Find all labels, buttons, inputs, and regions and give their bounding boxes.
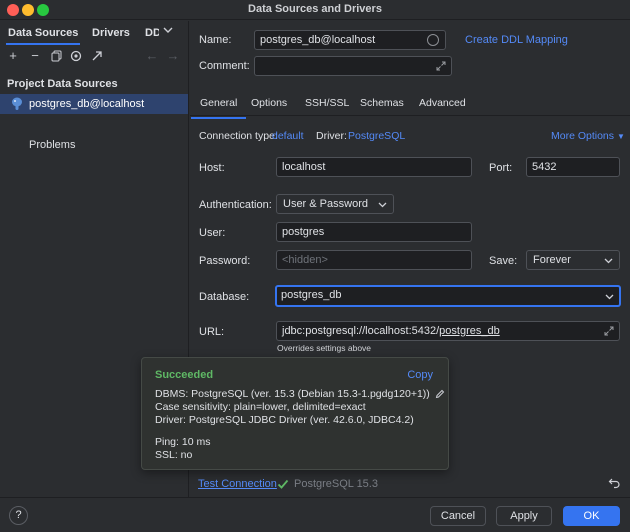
window-title: Data Sources and Drivers — [248, 3, 382, 15]
ok-button[interactable]: OK — [563, 506, 620, 526]
color-picker-icon[interactable] — [427, 34, 439, 46]
authentication-select[interactable]: User & Password — [276, 194, 394, 214]
host-label: Host: — [199, 162, 225, 174]
chevron-down-icon: ▼ — [616, 132, 625, 141]
popup-title: Succeeded — [155, 369, 214, 381]
tab-ddl-mappings[interactable]: DD — [145, 27, 159, 39]
checkmark-icon — [277, 479, 289, 489]
name-input[interactable]: postgres_db@localhost — [254, 30, 446, 50]
popup-ssl-line: SSL: no — [155, 449, 193, 461]
tab-ssh-ssl[interactable]: SSH/SSL — [305, 97, 349, 109]
user-label: User: — [199, 227, 226, 239]
forward-arrow-icon[interactable]: → — [166, 49, 180, 63]
save-label: Save: — [489, 255, 518, 267]
test-result-version: PostgreSQL 15.3 — [294, 478, 378, 490]
add-icon[interactable]: + — [6, 49, 20, 63]
chevron-down-icon — [604, 258, 613, 264]
expand-icon[interactable] — [436, 61, 446, 71]
cancel-button[interactable]: Cancel — [430, 506, 486, 526]
popup-driver-line: Driver: PostgreSQL JDBC Driver (ver. 42.… — [155, 414, 414, 426]
help-button[interactable]: ? — [9, 506, 28, 525]
tab-general[interactable]: General — [190, 97, 247, 119]
tab-data-sources[interactable]: Data Sources — [5, 27, 81, 45]
url-input[interactable]: jdbc:postgresql://localhost:5432/postgre… — [276, 321, 620, 341]
connection-type-value[interactable]: default — [272, 130, 304, 142]
title-bar: Data Sources and Drivers — [0, 0, 630, 20]
connection-type-label: Connection type: — [199, 130, 278, 142]
duplicate-icon[interactable] — [50, 49, 64, 63]
save-select[interactable]: Forever — [526, 250, 620, 270]
name-input-value: postgres_db@localhost — [260, 34, 376, 46]
tab-schemas[interactable]: Schemas — [360, 97, 404, 109]
password-input[interactable]: <hidden> — [276, 250, 472, 270]
database-label: Database: — [199, 291, 250, 303]
postgresql-elephant-icon — [12, 97, 22, 110]
test-connection-row: Test Connection PostgreSQL 15.3 — [190, 470, 630, 496]
data-source-label: postgres_db@localhost — [29, 98, 145, 110]
driver-label: Driver: — [316, 130, 347, 142]
database-input[interactable]: postgres_db — [275, 285, 621, 307]
popup-dbms-text: DBMS: PostgreSQL (ver. 15.3 (Debian 15.3… — [155, 388, 430, 400]
test-connection-link[interactable]: Test Connection — [198, 478, 277, 490]
password-label: Password: — [199, 255, 251, 267]
left-tabs: Data Sources Drivers DD — [0, 21, 189, 45]
pencil-icon[interactable] — [435, 389, 445, 399]
popup-dbms-line: DBMS: PostgreSQL (ver. 15.3 (Debian 15.3… — [155, 388, 445, 400]
name-label: Name: — [199, 34, 232, 46]
authentication-label: Authentication: — [199, 199, 272, 211]
more-options-label: More Options — [551, 130, 615, 142]
undo-icon[interactable] — [608, 476, 621, 489]
comment-label: Comment: — [199, 60, 250, 72]
tab-options[interactable]: Options — [251, 97, 287, 109]
host-input[interactable]: localhost — [276, 157, 472, 177]
user-input[interactable]: postgres — [276, 222, 472, 242]
comment-input[interactable] — [254, 56, 452, 76]
url-label: URL: — [199, 326, 225, 338]
popup-ping-line: Ping: 10 ms — [155, 436, 211, 448]
port-input[interactable]: 5432 — [526, 157, 620, 177]
left-toolbar: + − ← → — [0, 45, 189, 67]
url-prefix: jdbc:postgresql://localhost:5432/ — [282, 325, 440, 337]
url-database: postgres_db — [439, 325, 500, 337]
apply-button[interactable]: Apply — [496, 506, 552, 526]
authentication-value: User & Password — [283, 198, 368, 210]
more-options-link[interactable]: More Options ▼ — [551, 130, 625, 142]
chevron-down-icon[interactable] — [163, 25, 173, 35]
create-ddl-mapping-link[interactable]: Create DDL Mapping — [465, 34, 568, 46]
test-success-popup: Succeeded Copy DBMS: PostgreSQL (ver. 15… — [141, 357, 449, 470]
settings-tabs: General Options SSH/SSL Schemas Advanced — [190, 88, 630, 119]
url-hint: Overrides settings above — [277, 343, 372, 353]
back-arrow-icon[interactable]: ← — [145, 49, 159, 63]
driver-value[interactable]: PostgreSQL — [348, 130, 405, 142]
dialog-footer: ? Cancel Apply OK — [0, 497, 630, 532]
copy-button[interactable]: Copy — [407, 369, 433, 381]
tab-advanced[interactable]: Advanced — [419, 97, 466, 109]
data-source-item[interactable]: postgres_db@localhost — [0, 94, 188, 114]
chevron-down-icon — [378, 202, 387, 208]
expand-icon[interactable] — [604, 326, 614, 336]
database-value: postgres_db — [281, 289, 342, 301]
settings-icon[interactable] — [69, 49, 83, 63]
popup-case-line: Case sensitivity: plain=lower, delimited… — [155, 401, 366, 413]
open-external-icon[interactable] — [90, 49, 104, 63]
save-value: Forever — [533, 254, 571, 266]
project-data-sources-header: Project Data Sources — [7, 78, 118, 90]
port-label: Port: — [489, 162, 513, 174]
problems-item[interactable]: Problems — [29, 139, 75, 151]
tab-drivers[interactable]: Drivers — [92, 27, 130, 39]
chevron-down-icon[interactable] — [605, 292, 614, 301]
remove-icon[interactable]: − — [28, 49, 42, 63]
